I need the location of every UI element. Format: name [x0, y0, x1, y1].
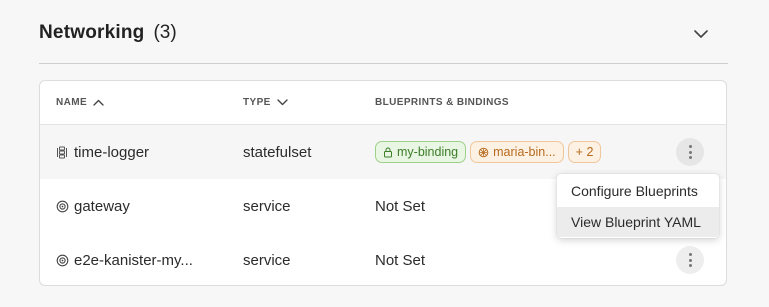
column-header-blueprints-label: BLUEPRINTS & BINDINGS [375, 97, 509, 108]
statefulset-icon [56, 146, 69, 159]
more-vertical-icon [688, 253, 692, 267]
table-header: NAME TYPE BLUEPRINTS & BINDINGS [40, 81, 726, 125]
chevron-down-icon[interactable] [691, 24, 711, 44]
service-icon [56, 200, 69, 213]
binding-tag[interactable]: my-binding [375, 141, 467, 163]
column-header-name[interactable]: NAME [56, 97, 104, 108]
resource-name[interactable]: gateway [74, 198, 130, 215]
column-header-name-label: NAME [56, 97, 88, 108]
menu-item-view-blueprint-yaml[interactable]: View Blueprint YAML [557, 207, 719, 237]
cell-name: gateway [56, 179, 130, 233]
resource-name[interactable]: time-logger [74, 144, 149, 161]
cell-blueprints: Not Set [375, 251, 426, 269]
blueprint-icon [478, 147, 489, 158]
binding-tag-label: my-binding [397, 145, 459, 159]
section-count: (3) [153, 22, 177, 43]
blueprint-tag[interactable]: maria-bin... [470, 141, 564, 163]
section-title: Networking [39, 22, 145, 43]
row-actions-button[interactable] [676, 246, 704, 274]
section-divider [39, 63, 728, 64]
cell-name: e2e-kanister-my... [56, 233, 193, 287]
cell-blueprints: my-binding maria-bin... + 2 [375, 125, 605, 179]
row-actions-button[interactable] [676, 138, 704, 166]
sort-ascending-icon [93, 99, 104, 106]
menu-item-configure-blueprints[interactable]: Configure Blueprints [557, 176, 719, 206]
blueprint-tag-label: maria-bin... [493, 145, 556, 159]
section-header: Networking (3) [39, 18, 729, 48]
cell-type: service [243, 251, 291, 269]
table-row[interactable]: e2e-kanister-my... service Not Set [40, 233, 726, 287]
lock-icon [383, 147, 393, 158]
more-vertical-icon [688, 145, 692, 159]
table-row[interactable]: time-logger statefulset my-binding maria… [40, 125, 726, 179]
column-header-type-label: TYPE [243, 97, 271, 108]
cell-type: service [243, 197, 291, 215]
service-icon [56, 254, 69, 267]
sort-descending-icon [277, 99, 288, 106]
column-header-type[interactable]: TYPE [243, 97, 288, 108]
cell-type: statefulset [243, 143, 312, 161]
more-tags-badge[interactable]: + 2 [567, 141, 602, 163]
row-actions-menu: Configure Blueprints View Blueprint YAML [557, 174, 719, 238]
cell-name: time-logger [56, 125, 149, 179]
resource-name[interactable]: e2e-kanister-my... [74, 252, 193, 269]
column-header-blueprints: BLUEPRINTS & BINDINGS [375, 97, 509, 108]
cell-blueprints: Not Set [375, 197, 426, 215]
